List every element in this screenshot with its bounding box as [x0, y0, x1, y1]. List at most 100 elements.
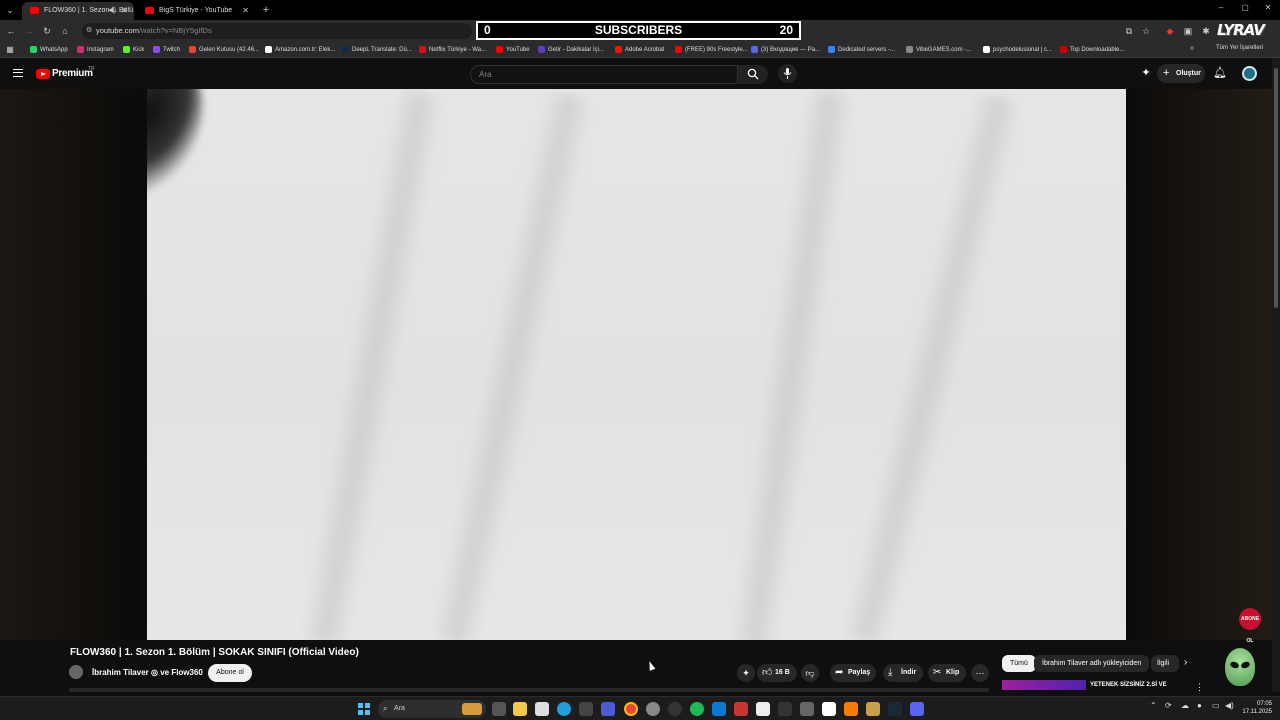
- bookmark-deepl[interactable]: DeepL Translate: Dü...: [342, 45, 412, 55]
- more-bookmarks-icon[interactable]: »: [1190, 45, 1194, 52]
- chip-related[interactable]: İlgili: [1151, 655, 1179, 672]
- lyrav-logo[interactable]: LYRAV: [1217, 21, 1275, 43]
- bookmark-inbox[interactable]: (3) Входящие — Pa...: [751, 45, 820, 55]
- scrollbar-thumb[interactable]: [1274, 68, 1278, 308]
- extension-icon[interactable]: ▣: [1181, 24, 1195, 38]
- file-explorer-icon[interactable]: [513, 702, 527, 716]
- description-box[interactable]: [69, 688, 989, 692]
- search-button[interactable]: [738, 65, 768, 84]
- settings-icon[interactable]: [579, 702, 593, 716]
- more-vertical-icon[interactable]: ⋮: [1195, 682, 1204, 693]
- steam-icon[interactable]: [888, 702, 902, 716]
- home-icon[interactable]: ⌂: [58, 24, 72, 38]
- app-icon[interactable]: [601, 702, 615, 716]
- install-icon[interactable]: ⧉: [1122, 24, 1136, 38]
- spotify-icon[interactable]: [690, 702, 704, 716]
- back-icon[interactable]: ←: [4, 24, 18, 38]
- tab-flow360[interactable]: FLOW360 | 1. Sezon 1. Bölü ◀) ✕: [22, 2, 134, 20]
- bookmark-amazon[interactable]: Amazon.com.tr: Elek...: [265, 45, 335, 55]
- app-icon[interactable]: [822, 702, 836, 716]
- app-icon[interactable]: [844, 702, 858, 716]
- address-bar[interactable]: ⚙ youtube.com/watch?v=NBjY5gIfDs: [82, 23, 472, 39]
- bookmark-top-downloadable[interactable]: Top Downloadable...: [1060, 45, 1124, 55]
- bookmark-twitch[interactable]: Twitch: [153, 45, 180, 55]
- system-clock[interactable]: 07:05 17.11.2025: [1240, 700, 1272, 716]
- extensions-puzzle-icon[interactable]: ✱: [1199, 24, 1213, 38]
- location-icon[interactable]: ●: [1197, 701, 1202, 710]
- bookmark-star-icon[interactable]: ☆: [1139, 24, 1153, 38]
- tab-search-icon[interactable]: ⌄: [3, 3, 17, 17]
- ask-button[interactable]: ✦: [737, 664, 755, 682]
- store-icon[interactable]: [535, 702, 549, 716]
- chevron-right-icon[interactable]: ›: [1184, 657, 1187, 668]
- cloud-icon[interactable]: ☁: [1181, 701, 1189, 710]
- taskbar-search[interactable]: ⌕ Ara: [378, 700, 486, 718]
- windows-start-icon[interactable]: [358, 703, 370, 715]
- bookmark-vibegames[interactable]: VibeGAMES.com -...: [906, 45, 971, 55]
- bookmark-kick[interactable]: Kick: [123, 45, 144, 55]
- account-avatar[interactable]: [1242, 66, 1257, 81]
- tab-bigs[interactable]: BigS Türkiye - YouTube ✕: [137, 2, 255, 20]
- gemini-icon[interactable]: ✦: [1139, 66, 1153, 80]
- speaker-icon[interactable]: ◀): [108, 2, 116, 20]
- monitor-icon[interactable]: ▭: [1212, 701, 1220, 710]
- chip-all[interactable]: Tümü: [1002, 655, 1036, 672]
- like-button[interactable]: 👍︎ 16 B: [757, 664, 797, 682]
- discord-icon[interactable]: [910, 702, 924, 716]
- bookmark-freestyle[interactable]: (FREE) 90s Freestyle...: [675, 45, 748, 55]
- app-icon[interactable]: [734, 702, 748, 716]
- close-tab-icon[interactable]: ✕: [121, 2, 128, 20]
- app-icon[interactable]: [800, 702, 814, 716]
- maximize-button[interactable]: ▢: [1237, 3, 1253, 12]
- youtube-logo-icon[interactable]: [36, 69, 50, 79]
- app-icon[interactable]: [712, 702, 726, 716]
- bookmark-whatsapp[interactable]: WhatsApp: [30, 45, 68, 55]
- bookmark-psychodelusional[interactable]: psychodelusional | c...: [983, 45, 1052, 55]
- recommended-thumbnail[interactable]: [1002, 680, 1086, 690]
- chrome-profile-icon[interactable]: [646, 702, 660, 716]
- app-icon[interactable]: [668, 702, 682, 716]
- volume-icon[interactable]: ◀): [1225, 701, 1234, 710]
- bookmark-getir[interactable]: Getir - Dakikalar İçi...: [538, 45, 604, 55]
- subscribe-button[interactable]: Abone ol: [208, 664, 252, 682]
- share-button[interactable]: ➦ Paylaş: [830, 664, 876, 682]
- dislike-button[interactable]: 👎︎: [801, 664, 819, 682]
- subscribe-badge[interactable]: ABONE OL: [1239, 608, 1261, 644]
- voice-search-button[interactable]: [778, 64, 797, 83]
- apps-grid-icon[interactable]: ▦: [3, 43, 17, 57]
- channel-avatar[interactable]: [69, 665, 83, 679]
- more-actions-button[interactable]: ⋯: [971, 664, 989, 682]
- chrome-icon[interactable]: [624, 702, 638, 716]
- download-button[interactable]: ⤓ İndir: [883, 664, 923, 682]
- bookmark-youtube[interactable]: YouTube: [496, 45, 530, 55]
- task-view-icon[interactable]: [492, 702, 506, 716]
- recommended-title[interactable]: YETENEK SİZSİNİZ 2.Sİ VE: [1090, 682, 1167, 688]
- search-input[interactable]: Ara: [470, 65, 738, 84]
- bookmark-instagram[interactable]: Instagram: [77, 45, 114, 55]
- close-tab-icon[interactable]: ✕: [242, 2, 249, 20]
- reload-icon[interactable]: ↻: [40, 24, 54, 38]
- chip-uploader[interactable]: İbrahim Tilaver adlı yükleyiciden: [1034, 655, 1150, 672]
- bookmark-servers[interactable]: Dedicated servers -...: [828, 45, 895, 55]
- app-icon[interactable]: [866, 702, 880, 716]
- new-tab-button[interactable]: +: [259, 2, 273, 18]
- video-player[interactable]: [147, 89, 1126, 640]
- notifications-bell-icon[interactable]: 🔔︎: [1213, 66, 1227, 80]
- page-scrollbar[interactable]: [1272, 58, 1280, 692]
- all-bookmarks[interactable]: Tüm Yer İşaretleri: [1216, 45, 1263, 51]
- tray-icon[interactable]: ⟳: [1165, 701, 1172, 710]
- edge-icon[interactable]: [557, 702, 571, 716]
- forward-icon[interactable]: →: [22, 24, 36, 38]
- site-info-icon[interactable]: ⚙: [86, 23, 92, 39]
- bookmark-netflix[interactable]: Netflix Türkiye - Wa...: [419, 45, 486, 55]
- app-icon[interactable]: [756, 702, 770, 716]
- create-button[interactable]: + Oluştur: [1157, 64, 1205, 83]
- app-icon[interactable]: [778, 702, 792, 716]
- channel-name[interactable]: İbrahim Tilaver ◎ ve Flow360: [92, 668, 203, 677]
- bookmark-gmail[interactable]: Gelen Kutusu (42.46...: [189, 45, 259, 55]
- clip-button[interactable]: ✂ Klip: [928, 664, 966, 682]
- menu-icon[interactable]: [13, 69, 23, 77]
- extension-icon[interactable]: ◆: [1163, 24, 1177, 38]
- minimize-button[interactable]: –: [1213, 3, 1229, 12]
- youtube-premium-logo[interactable]: Premium: [52, 68, 93, 79]
